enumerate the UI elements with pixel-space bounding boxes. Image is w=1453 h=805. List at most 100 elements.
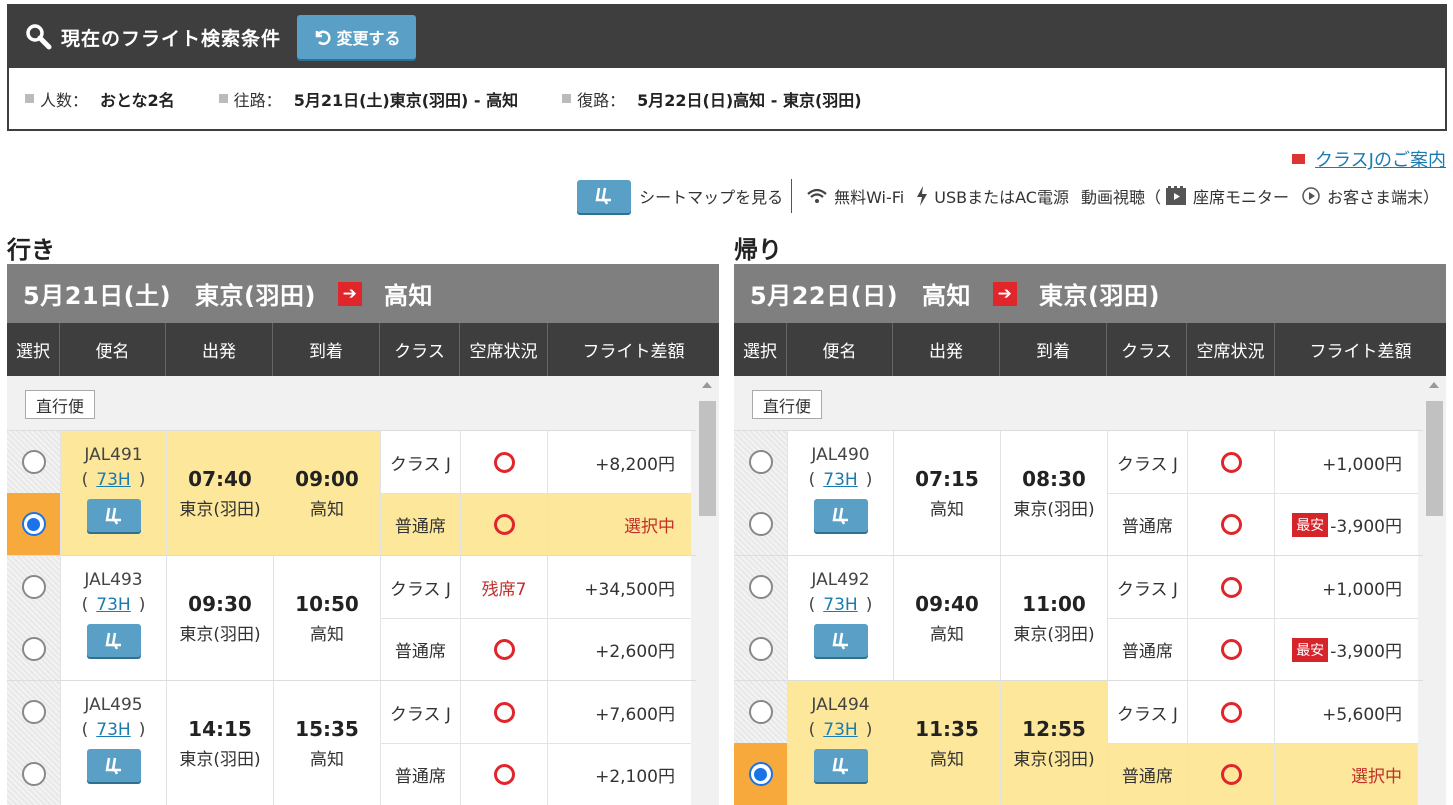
class-name: クラス J xyxy=(381,556,461,618)
availability xyxy=(1187,744,1276,805)
scroll-thumb[interactable] xyxy=(699,401,716,516)
available-circle-icon xyxy=(493,514,515,535)
availability xyxy=(461,431,549,493)
fare-radio-selected[interactable] xyxy=(21,512,46,536)
seatmap-button[interactable] xyxy=(813,624,868,657)
aircraft-link[interactable]: 73H xyxy=(823,470,857,490)
outbound-label: 往路： xyxy=(233,90,282,110)
seatmap-button[interactable] xyxy=(86,499,141,532)
seat-icon xyxy=(105,757,121,775)
wifi-legend-label: 無料Wi-Fi xyxy=(834,188,905,207)
device-legend-label: お客さま端末） xyxy=(1326,188,1439,207)
flight-row: JAL491 (73H) 07:40 東京(羽田) 09:00 高知 クラス J +8… xyxy=(7,430,696,555)
fare-radio[interactable] xyxy=(21,450,46,474)
lightning-icon xyxy=(917,186,928,206)
outbound-condition: 往路： 5月21日(土)東京(羽田) - 高知 xyxy=(218,87,518,111)
availability xyxy=(1188,556,1276,618)
departure-time: 14:15 xyxy=(188,716,252,741)
fare-radio[interactable] xyxy=(748,637,773,661)
scroll-up-icon[interactable] xyxy=(1429,382,1439,388)
return-condition: 復路： 5月22日(日)高知 - 東京(羽田) xyxy=(562,87,862,111)
aircraft-link[interactable]: 73H xyxy=(823,720,857,740)
available-circle-icon xyxy=(493,701,515,723)
departure-time: 07:15 xyxy=(915,466,979,491)
class-name: 普通席 xyxy=(381,744,461,805)
available-circle-icon xyxy=(1220,514,1242,535)
col-select: 選択 xyxy=(7,323,60,376)
arrival-airport: 東京(羽田) xyxy=(1013,749,1095,770)
fare-row: 普通席 最安 -3,900円 xyxy=(1107,493,1418,555)
available-circle-icon xyxy=(493,451,515,473)
inbound-route: 5月22日(日) 高知 ➔ 東京(羽田) xyxy=(734,264,1446,323)
classj-info-link[interactable]: クラスJのご案内 xyxy=(1292,146,1446,172)
aircraft-link[interactable]: 73H xyxy=(96,720,130,740)
scroll-thumb[interactable] xyxy=(1426,401,1443,516)
class-name: 普通席 xyxy=(1108,619,1188,680)
fare-radio[interactable] xyxy=(748,575,773,599)
arrival: 15:35 高知 xyxy=(273,681,380,805)
wifi-icon xyxy=(807,188,827,203)
search-conditions: 現在のフライト検索条件 変更する 人数： おとな2名 往路： 5月21日(土)東京(… xyxy=(7,4,1447,131)
fare-radio[interactable] xyxy=(21,575,46,599)
arrival-time: 08:30 xyxy=(1022,466,1086,491)
select-cell xyxy=(7,556,60,618)
price-diff: +34,500円 xyxy=(584,579,675,600)
arrival: 11:00 東京(羽田) xyxy=(1000,556,1107,680)
bullet-icon xyxy=(562,94,572,103)
bullet-icon xyxy=(25,94,34,103)
flight-row: JAL493 (73H) 09:30 東京(羽田) 10:50 高知 クラス J 残席… xyxy=(7,555,696,680)
fare-radio[interactable] xyxy=(748,512,773,536)
availability xyxy=(461,681,549,743)
available-circle-icon xyxy=(1220,576,1242,598)
seatmap-button[interactable] xyxy=(86,624,141,657)
flight-row: JAL490 (73H) 07:15 高知 08:30 東京(羽田) クラス J +1… xyxy=(734,430,1423,555)
fare-radio[interactable] xyxy=(21,762,46,786)
change-search-button[interactable]: 変更する xyxy=(297,15,417,59)
cheapest-badge: 最安 xyxy=(1292,637,1329,662)
col-class: クラス xyxy=(380,323,460,376)
col-availability: 空席状況 xyxy=(1187,323,1275,376)
col-price-diff: フライト差額 xyxy=(1309,342,1412,362)
price-diff: +2,100円 xyxy=(595,767,675,787)
flight-row: JAL495 (73H) 14:15 東京(羽田) 15:35 高知 クラス J +7… xyxy=(7,680,696,805)
inbound-scrollbar[interactable] xyxy=(1423,376,1446,805)
departure-airport: 東京(羽田) xyxy=(179,624,261,645)
classj-info-label: クラスJのご案内 xyxy=(1315,150,1446,171)
scroll-up-icon[interactable] xyxy=(702,382,712,388)
select-cell xyxy=(734,493,787,555)
outbound-scrollbar[interactable] xyxy=(696,376,719,805)
seatmap-button[interactable] xyxy=(813,749,868,782)
seatmap-button[interactable] xyxy=(813,499,868,532)
fare-row: クラス J +7,600円 xyxy=(380,681,691,743)
monitor-legend: 座席モニター xyxy=(1165,184,1289,208)
seatmap-button[interactable] xyxy=(86,749,141,782)
flight-number: JAL495 xyxy=(84,695,143,715)
inbound-table-header: 選択 便名 出発 到着 クラス 空席状況 フライト差額 xyxy=(734,323,1446,376)
fare-radio[interactable] xyxy=(748,700,773,724)
available-circle-icon xyxy=(1220,701,1242,723)
fare-row: クラス J +8,200円 xyxy=(380,431,691,493)
departure-airport: 高知 xyxy=(930,499,964,520)
col-price-diff: フライト差額 xyxy=(582,342,685,362)
fare-radio[interactable] xyxy=(748,450,773,474)
arrival-airport: 高知 xyxy=(310,749,344,770)
arrival: 12:55 東京(羽田) xyxy=(1000,681,1107,805)
device-legend: お客さま端末） xyxy=(1301,184,1439,208)
outbound-panel: 5月21日(土) 東京(羽田) ➔ 高知 選択 便名 出発 到着 クラス 空席状… xyxy=(7,264,719,805)
fare-radio[interactable] xyxy=(21,637,46,661)
return-label: 復路： xyxy=(577,90,626,110)
class-name: クラス J xyxy=(381,681,461,743)
aircraft-link[interactable]: 73H xyxy=(96,595,130,615)
aircraft-link[interactable]: 73H xyxy=(823,595,857,615)
direct-flight-tag: 直行便 xyxy=(25,390,96,419)
fare-row: 普通席 +2,600円 xyxy=(380,618,691,680)
seat-icon xyxy=(832,757,848,775)
search-icon xyxy=(26,24,52,50)
arrival-airport: 高知 xyxy=(310,499,344,520)
fare-row: クラス J 残席7 +34,500円 xyxy=(380,556,691,618)
fare-row: クラス J +5,600円 xyxy=(1107,681,1418,743)
aircraft-link[interactable]: 73H xyxy=(96,470,130,490)
fare-radio[interactable] xyxy=(21,700,46,724)
outbound-from: 東京(羽田) xyxy=(195,282,316,310)
fare-radio-selected[interactable] xyxy=(748,762,773,786)
